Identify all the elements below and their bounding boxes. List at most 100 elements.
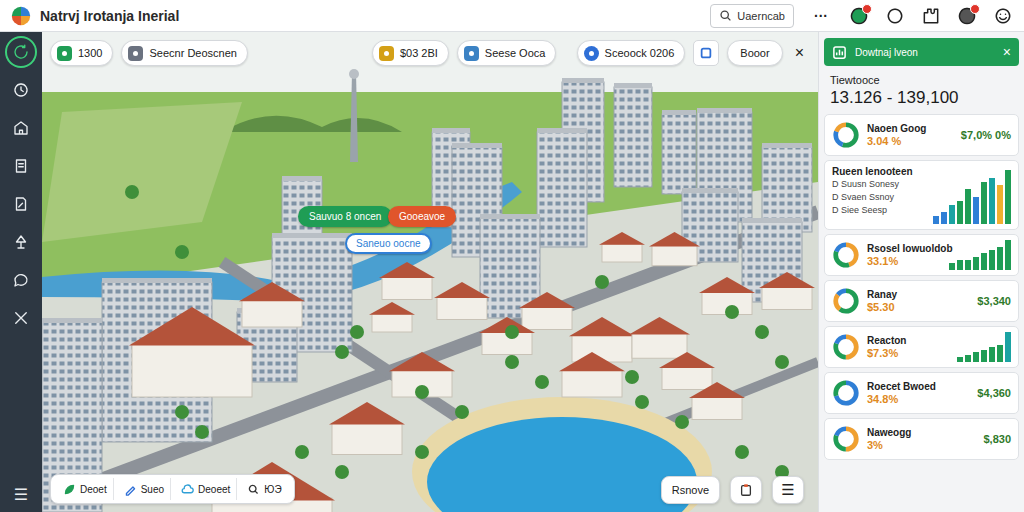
tower-top bbox=[349, 69, 359, 79]
brand[interactable]: Natrvj Irotanja Inerial bbox=[10, 5, 179, 27]
sidebar-menu-button[interactable]: ☰ bbox=[14, 486, 28, 504]
panel-close-button[interactable]: × bbox=[1003, 44, 1011, 60]
bar bbox=[997, 345, 1003, 363]
card-text: Rsosel Iowuoldob33.1% bbox=[867, 243, 942, 267]
map-pin[interactable]: Sauvuo 8 oncen bbox=[298, 206, 392, 227]
house bbox=[659, 352, 715, 390]
bar bbox=[973, 352, 979, 362]
filter-chip[interactable]: Seese Ooca bbox=[457, 40, 557, 66]
sidebar-icon bbox=[12, 119, 30, 137]
chip-label: Seese Ooca bbox=[485, 47, 546, 59]
filter-chip[interactable]: 1300 bbox=[50, 40, 113, 66]
map-pin[interactable]: Saneuo oocne bbox=[345, 233, 432, 254]
close-button[interactable]: × bbox=[791, 44, 808, 62]
tool-button[interactable]: Deoeet bbox=[175, 478, 237, 500]
card-value: 34.8% bbox=[867, 393, 970, 405]
bar bbox=[957, 201, 963, 224]
bar bbox=[973, 257, 979, 270]
metric-card[interactable]: Naoen Goog3.04 % $7,0% 0% bbox=[824, 114, 1019, 156]
metric-card[interactable]: Ranay$5.30$3,340 bbox=[824, 280, 1019, 322]
sidebar: ☰ bbox=[0, 32, 42, 512]
panel-header: Dowtnaj lveon× bbox=[824, 38, 1019, 66]
sidebar-item[interactable] bbox=[5, 264, 37, 296]
tree bbox=[125, 185, 139, 199]
house bbox=[129, 307, 255, 397]
info-panel: Dowtnaj lveon×Tiewtooce13.126 - 139,100N… bbox=[818, 32, 1024, 512]
toolbar-button[interactable] bbox=[884, 5, 906, 27]
view-chip[interactable]: Sceoock 0206 bbox=[577, 40, 686, 66]
tree bbox=[335, 465, 349, 479]
clipboard-button[interactable] bbox=[730, 476, 762, 504]
summary-value: 13.126 - 139,100 bbox=[830, 88, 1013, 108]
toolbar-button[interactable] bbox=[848, 5, 870, 27]
tool-button[interactable]: Sueo bbox=[118, 478, 171, 500]
sidebar-item[interactable] bbox=[5, 302, 37, 334]
sidebar-item[interactable] bbox=[5, 36, 37, 68]
top-bar: Natrvj Irotanja Inerial Uaerncab ··· bbox=[0, 0, 1024, 32]
chip-group: 1300 Seecnr Deoscnen $03 2BI Seese Ooca bbox=[50, 40, 556, 66]
filter-chip[interactable]: $03 2BI bbox=[372, 40, 449, 66]
tree bbox=[505, 355, 519, 369]
card-title: Naweogg bbox=[867, 427, 976, 438]
dropdown-label: Booor bbox=[740, 47, 769, 59]
card-title: Ranay bbox=[867, 289, 970, 300]
search-field[interactable]: Uaerncab bbox=[710, 4, 794, 28]
donut-segment bbox=[836, 337, 857, 358]
metric-card[interactable]: Naweogg3%$,830 bbox=[824, 418, 1019, 460]
card-value: 3% bbox=[867, 439, 976, 451]
metric-card[interactable]: Roecet Bwoed34.8%$4,360 bbox=[824, 372, 1019, 414]
house bbox=[369, 302, 415, 332]
layers-button[interactable] bbox=[693, 40, 719, 66]
bar bbox=[957, 260, 963, 270]
filter-chip[interactable]: Seecnr Deoscnen bbox=[121, 40, 247, 66]
view-icon bbox=[584, 46, 599, 61]
bar bbox=[949, 263, 955, 270]
tree bbox=[635, 395, 649, 409]
card-value: 3.04 % bbox=[867, 135, 954, 147]
tool-label: Deoet bbox=[80, 484, 107, 495]
tree bbox=[195, 425, 209, 439]
magnifier-icon bbox=[719, 9, 732, 22]
hill bbox=[222, 116, 402, 132]
legend-item: D Siee Seesp bbox=[832, 204, 926, 216]
card-title: Reacton bbox=[867, 335, 950, 346]
city-scene[interactable] bbox=[42, 32, 818, 512]
toolbar-button[interactable] bbox=[920, 5, 942, 27]
bar bbox=[933, 216, 939, 224]
map-pin[interactable]: Gooeavoe bbox=[388, 206, 456, 227]
city-map[interactable]: 1300 Seecnr Deoscnen $03 2BI Seese Ooca Sceo… bbox=[42, 32, 818, 512]
tree bbox=[535, 375, 549, 389]
metric-card[interactable]: Rsosel Iowuoldob33.1% bbox=[824, 234, 1019, 276]
more-button[interactable]: ··· bbox=[808, 8, 834, 24]
toolbar-icon bbox=[921, 6, 941, 26]
chip-icon bbox=[379, 46, 394, 61]
sidebar-item[interactable] bbox=[5, 150, 37, 182]
tool-label: Deoeet bbox=[198, 484, 230, 495]
layer-dropdown[interactable]: Booor bbox=[727, 40, 782, 66]
menu-button[interactable]: ☰ bbox=[772, 476, 804, 504]
tool-button[interactable]: Deoet bbox=[57, 478, 114, 500]
sidebar-item[interactable] bbox=[5, 112, 37, 144]
chip-label: $03 2BI bbox=[400, 47, 438, 59]
sidebar-item[interactable] bbox=[5, 188, 37, 220]
metric-card[interactable]: Reacton$7.3% bbox=[824, 326, 1019, 368]
bar bbox=[973, 197, 979, 224]
house bbox=[599, 232, 645, 262]
toolbar-button[interactable] bbox=[956, 5, 978, 27]
card-text: Reacton$7.3% bbox=[867, 335, 950, 359]
donut-chart bbox=[832, 287, 860, 315]
toolbar-button[interactable] bbox=[992, 5, 1014, 27]
sidebar-item[interactable] bbox=[5, 226, 37, 258]
donut-segment bbox=[836, 337, 857, 358]
card-text: Naoen Goog3.04 % bbox=[867, 123, 954, 147]
tree bbox=[625, 370, 639, 384]
donut-chart bbox=[832, 121, 860, 149]
sidebar-icon bbox=[12, 43, 30, 61]
remove-button[interactable]: Rsnove bbox=[661, 476, 720, 504]
sidebar-item[interactable] bbox=[5, 74, 37, 106]
donut-segment bbox=[836, 337, 857, 358]
metric-card[interactable]: Rueen IenooteenD Suusn SonesyD Svaen Ssn… bbox=[824, 160, 1019, 230]
clipboard-icon bbox=[739, 483, 753, 497]
tool-button[interactable]: ЮЭ bbox=[241, 478, 287, 500]
card-amount: $7,0% 0% bbox=[961, 129, 1011, 141]
